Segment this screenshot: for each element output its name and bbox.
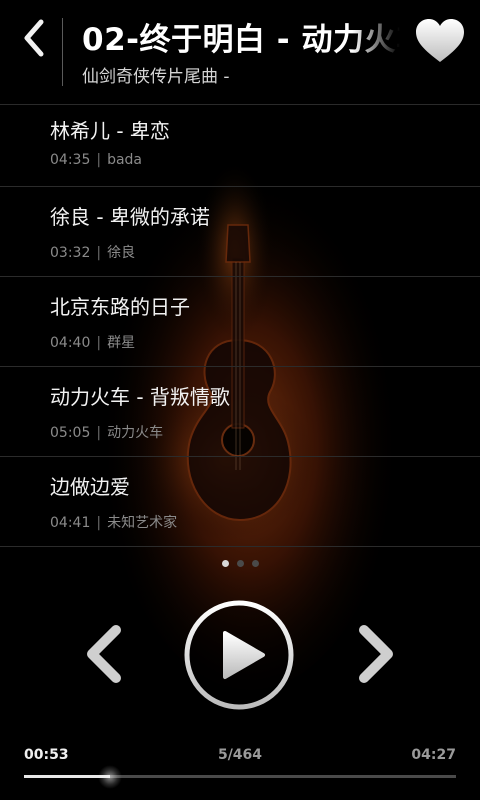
progress-thumb[interactable] <box>98 765 122 789</box>
page-dot-3[interactable] <box>251 560 259 567</box>
back-button[interactable] <box>12 14 56 62</box>
track-meta: 03:32 | 徐良 <box>50 242 135 262</box>
page-indicator <box>0 560 480 567</box>
meta-separator: | <box>96 515 102 531</box>
track-meta: 04:41 | 未知艺术家 <box>50 512 177 532</box>
meta-separator: | <box>96 245 102 261</box>
track-artist: bada <box>107 152 143 168</box>
track-artist: 徐良 <box>107 245 136 261</box>
track-counter: 5/464 <box>217 747 263 763</box>
progress-bar[interactable] <box>24 765 456 789</box>
track-meta: 04:35 | bada <box>50 152 142 168</box>
meta-separator: | <box>96 425 102 441</box>
track-duration: 03:32 <box>50 245 91 261</box>
total-time: 04:27 <box>411 747 456 763</box>
track-title: 林希儿 - 卑恋 <box>50 119 170 143</box>
page-dot-2[interactable] <box>236 560 244 567</box>
track-artist: 群星 <box>107 335 136 351</box>
track-artist: 未知艺术家 <box>107 515 178 531</box>
chevron-left-icon <box>87 625 121 683</box>
track-item[interactable]: 林希儿 - 卑恋 04:35 | bada <box>0 105 480 187</box>
track-list: 林希儿 - 卑恋 04:35 | bada 徐良 - 卑微的承诺 03:32 | 徐良 … <box>0 105 480 547</box>
track-title: 北京东路的日子 <box>50 295 190 319</box>
track-title: 动力火车 - 背叛情歌 <box>50 385 230 409</box>
header: 02-终于明白 - 动力火车 仙剑奇侠传片尾曲 - <box>0 0 480 104</box>
heart-icon <box>416 19 464 62</box>
chevron-right-icon <box>359 625 393 683</box>
track-duration: 05:05 <box>50 425 91 441</box>
track-duration: 04:41 <box>50 515 91 531</box>
track-item[interactable]: 徐良 - 卑微的承诺 03:32 | 徐良 <box>0 187 480 277</box>
song-title: 02-终于明白 - 动力火车 <box>82 22 400 58</box>
track-title: 徐良 - 卑微的承诺 <box>50 205 210 229</box>
previous-button[interactable] <box>80 622 128 686</box>
track-artist: 动力火车 <box>107 425 164 441</box>
track-item[interactable]: 北京东路的日子 04:40 | 群星 <box>0 277 480 367</box>
track-item[interactable]: 边做边爱 04:41 | 未知艺术家 <box>0 457 480 547</box>
track-duration: 04:40 <box>50 335 91 351</box>
track-title: 边做边爱 <box>50 475 130 499</box>
favorite-button[interactable] <box>414 18 466 64</box>
track-item[interactable]: 动力火车 - 背叛情歌 05:05 | 动力火车 <box>0 367 480 457</box>
track-duration: 04:35 <box>50 152 91 168</box>
track-meta: 05:05 | 动力火车 <box>50 422 163 442</box>
page-dot-1[interactable] <box>221 560 229 567</box>
song-subtitle: 仙剑奇侠传片尾曲 - <box>82 67 230 87</box>
play-icon <box>184 600 294 710</box>
next-button[interactable] <box>352 622 400 686</box>
meta-separator: | <box>96 335 102 351</box>
header-divider <box>62 18 63 86</box>
chevron-left-icon <box>24 19 44 57</box>
meta-separator: | <box>96 152 102 168</box>
play-button[interactable] <box>183 599 295 711</box>
track-meta: 04:40 | 群星 <box>50 332 135 352</box>
